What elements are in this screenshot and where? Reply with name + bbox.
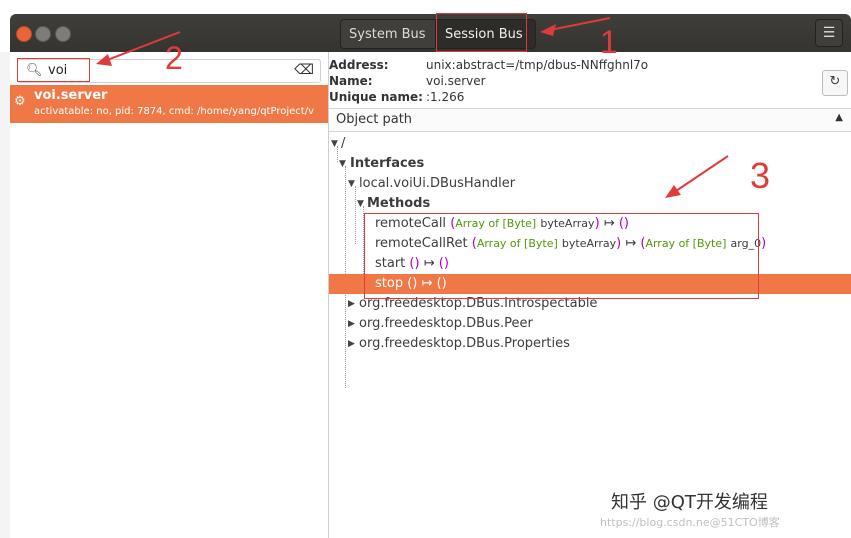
annotation-number-3: 3 xyxy=(750,155,771,196)
annotation-number-1: 1 xyxy=(600,24,618,60)
annotation-arrows xyxy=(96,17,729,198)
annotation-number-2: 2 xyxy=(165,40,183,76)
watermark-zhihu: 知乎 @QT开发编程 xyxy=(611,492,768,513)
watermark-blog: https://blog.csdn.ne@51CTO博客 xyxy=(600,516,780,529)
